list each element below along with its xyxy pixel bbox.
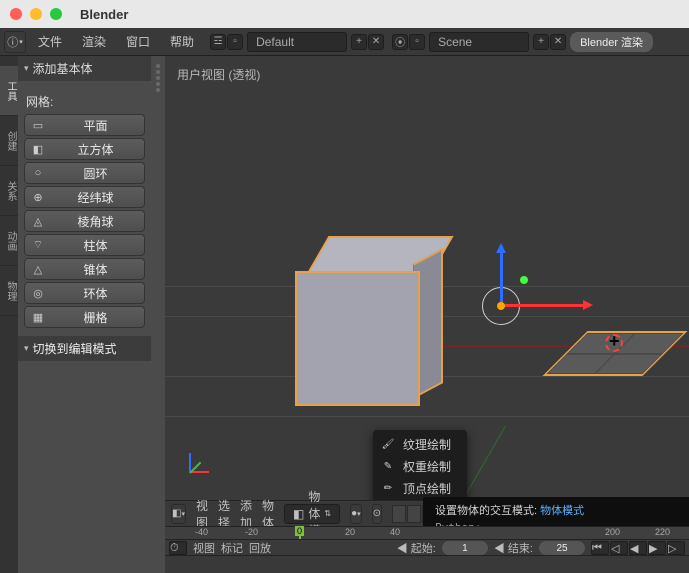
scene-add-icon[interactable]: +	[533, 34, 549, 50]
timeline-cursor[interactable]	[299, 527, 301, 539]
play-reverse-icon[interactable]: ◀	[629, 541, 647, 555]
3d-viewport[interactable]: 用户视图 (透视)	[165, 56, 689, 573]
timeline-ruler[interactable]: -40 -20 0 20 40 200 220	[165, 527, 689, 540]
3d-cursor	[605, 334, 625, 354]
layout-selector[interactable]: Default	[247, 32, 347, 52]
section-mesh-label: 网格:	[26, 93, 145, 110]
gizmo-x-axis[interactable]	[500, 304, 590, 307]
gizmo-y-axis[interactable]	[520, 276, 528, 284]
render-engine-selector[interactable]: Blender 渲染	[570, 32, 653, 52]
editor-type-icon[interactable]: ◧▾	[171, 504, 186, 524]
tool-sidebar: 工具 创建 关系 动画 物理 添加基本体 网格: ▭平面 ◧立方体 ○圆环 ⊕经…	[0, 56, 165, 573]
mesh-circle[interactable]: ○圆环	[24, 162, 145, 184]
tl-menu-marker[interactable]: 标记	[221, 540, 243, 556]
menu-file[interactable]: 文件	[30, 33, 70, 50]
timeline-editor-icon[interactable]: ⏱	[169, 541, 187, 555]
mesh-grid[interactable]: ▦栅格	[24, 306, 145, 328]
mesh-cone[interactable]: △锥体	[24, 258, 145, 280]
mesh-icosphere[interactable]: ◬棱角球	[24, 210, 145, 232]
ctx-weight-paint[interactable]: ✎权重绘制	[373, 455, 467, 477]
start-frame-field[interactable]: 1	[442, 541, 488, 555]
menu-help[interactable]: 帮助	[162, 33, 202, 50]
end-frame-field[interactable]: 25	[539, 541, 585, 555]
sidebar-resize-grip[interactable]	[151, 56, 165, 573]
shading-selector[interactable]: ●▾	[350, 504, 362, 524]
weight-icon: ✎	[381, 459, 395, 473]
mesh-torus[interactable]: ◎环体	[24, 282, 145, 304]
menu-render[interactable]: 渲染	[74, 33, 114, 50]
layout-add-icon[interactable]: +	[351, 34, 367, 50]
grid-icon: ▦	[31, 310, 45, 324]
panel-switch-editmode[interactable]: 切换到编辑模式	[18, 336, 151, 361]
tab-create[interactable]: 创建	[0, 116, 18, 166]
mesh-uvsphere[interactable]: ⊕经纬球	[24, 186, 145, 208]
mesh-cube[interactable]: ◧立方体	[24, 138, 145, 160]
uvsphere-icon: ⊕	[31, 190, 45, 204]
scene-remove-icon[interactable]: ✕	[550, 34, 566, 50]
brush-icon: 🖌	[381, 437, 395, 451]
icosphere-icon: ◬	[31, 214, 45, 228]
scene-browse-icon[interactable]: ⦿	[392, 34, 408, 50]
tab-animation[interactable]: 动画	[0, 216, 18, 266]
viewport-label: 用户视图 (透视)	[177, 66, 260, 83]
layout-next-icon[interactable]: ▫	[227, 34, 243, 50]
play-icon[interactable]: ▶	[648, 541, 666, 555]
circle-icon: ○	[31, 166, 45, 180]
info-icon[interactable]: ⓘ▾	[4, 31, 26, 53]
tab-physics[interactable]: 物理	[0, 266, 18, 316]
end-frame-label: ◀ 结束:	[494, 540, 533, 556]
window-titlebar: Blender	[0, 0, 689, 28]
scene-link-icon[interactable]: ▫	[409, 34, 425, 50]
vertex-icon: ✏	[381, 481, 395, 495]
cone-icon: △	[31, 262, 45, 276]
plane-icon: ▭	[31, 118, 45, 132]
panel-add-primitive[interactable]: 添加基本体	[18, 56, 151, 81]
app-title: Blender	[80, 7, 128, 22]
scene-selector[interactable]: Scene	[429, 32, 529, 52]
close-icon[interactable]	[10, 8, 22, 20]
ctx-vertex-paint[interactable]: ✏顶点绘制	[373, 477, 467, 499]
pivot-selector[interactable]: ⊙	[372, 504, 382, 524]
jump-start-icon[interactable]: ⏮	[591, 541, 609, 555]
torus-icon: ◎	[31, 286, 45, 300]
sidebar-tabs: 工具 创建 关系 动画 物理	[0, 56, 18, 573]
top-menubar: ⓘ▾ 文件 渲染 窗口 帮助 ☲ ▫ Default + ✕ ⦿ ▫ Scene…	[0, 28, 689, 56]
layout-prev-icon[interactable]: ☲	[210, 34, 226, 50]
start-frame-label: ◀ 起始:	[397, 540, 436, 556]
layout-remove-icon[interactable]: ✕	[368, 34, 384, 50]
cube-object[interactable]	[295, 216, 495, 416]
timeline-editor: -40 -20 0 20 40 200 220 ⏱ 视图 标记 回放 ◀ 起始:…	[165, 526, 689, 555]
menu-window[interactable]: 窗口	[118, 33, 158, 50]
mesh-cylinder[interactable]: ⌔柱体	[24, 234, 145, 256]
mesh-plane[interactable]: ▭平面	[24, 114, 145, 136]
keyframe-next-icon[interactable]: ▷	[667, 541, 685, 555]
tab-tools[interactable]: 工具	[0, 66, 18, 116]
tl-menu-playback[interactable]: 回放	[249, 540, 271, 556]
tl-menu-view[interactable]: 视图	[193, 540, 215, 556]
minimize-icon[interactable]	[30, 8, 42, 20]
status-bar	[165, 555, 689, 573]
mode-selector[interactable]: ◧ 物体模 ⇅	[284, 504, 340, 524]
ctx-texture-paint[interactable]: 🖌纹理绘制	[373, 433, 467, 455]
maximize-icon[interactable]	[50, 8, 62, 20]
tab-relations[interactable]: 关系	[0, 166, 18, 216]
keyframe-prev-icon[interactable]: ◁	[610, 541, 628, 555]
gizmo-z-axis[interactable]	[500, 246, 503, 306]
cube-icon: ◧	[31, 142, 45, 156]
mini-axis-indicator	[189, 443, 219, 473]
cylinder-icon: ⌔	[31, 238, 45, 252]
